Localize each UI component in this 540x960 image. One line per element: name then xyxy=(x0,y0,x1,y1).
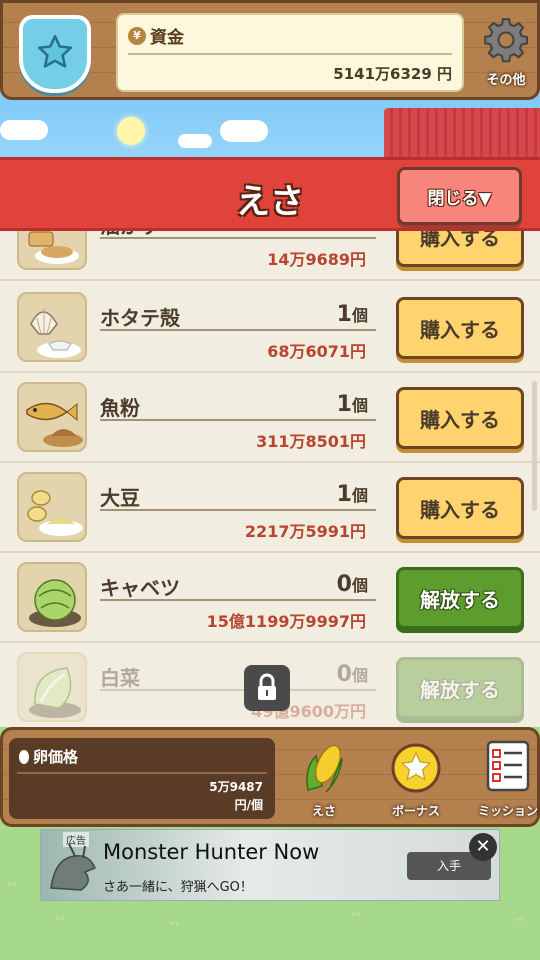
item-price: 15億1199万9997円 xyxy=(206,612,366,631)
list-item: 大豆 1個 2217万5991円 購入する xyxy=(0,463,540,553)
panel-header: えさ 閉じる▼ xyxy=(0,157,540,231)
chinese-cabbage-icon xyxy=(17,652,87,722)
checklist-icon xyxy=(486,740,530,792)
money-bag-icon: ¥ xyxy=(128,26,146,45)
buy-button[interactable]: 購入する xyxy=(396,387,524,449)
divider xyxy=(17,772,267,774)
nav-bonus-button[interactable]: ボーナス xyxy=(381,736,451,822)
scrollbar[interactable] xyxy=(532,381,537,511)
divider xyxy=(100,509,376,511)
item-count: 0個 xyxy=(336,662,368,687)
nav-feed-label: えさ xyxy=(311,804,336,818)
feed-list[interactable]: 油かす 1個 14万9689円 購入する ホタテ殻 1個 68万6071円 購入… xyxy=(0,231,540,727)
scallop-shell-icon xyxy=(17,292,87,362)
divider xyxy=(128,53,452,55)
divider xyxy=(100,599,376,601)
item-count: 1個 xyxy=(336,302,368,327)
grass-decoration: ᵥᵥ xyxy=(56,910,66,923)
buy-button[interactable]: 購入する xyxy=(396,477,524,539)
sun xyxy=(117,117,145,145)
divider xyxy=(100,419,376,421)
soybean-icon xyxy=(17,472,87,542)
oil-cake-icon xyxy=(17,231,87,270)
cloud xyxy=(0,120,48,140)
item-name: キャベツ xyxy=(100,576,180,600)
list-item: ホタテ殻 1個 68万6071円 購入する xyxy=(0,283,540,373)
item-price: 2217万5991円 xyxy=(244,522,366,541)
item-name: 魚粉 xyxy=(100,396,140,420)
ad-title: Monster Hunter Now xyxy=(103,840,320,864)
egg-price-value: 5万9487 xyxy=(209,780,263,794)
cloud xyxy=(178,134,212,148)
egg-icon xyxy=(19,749,29,764)
gear-icon xyxy=(484,18,529,63)
divider xyxy=(100,689,376,691)
buy-button[interactable]: 購入する xyxy=(396,297,524,359)
egg-price-unit: 円/個 xyxy=(234,798,263,812)
lock-icon xyxy=(244,665,290,711)
star-icon xyxy=(37,34,73,68)
cloud xyxy=(220,120,268,142)
unlock-button[interactable]: 解放する xyxy=(396,567,524,629)
star-coin-icon xyxy=(391,743,441,793)
fish-meal-icon xyxy=(17,382,87,452)
egg-price-title: 卵価格 xyxy=(19,746,78,767)
nav-bonus-label: ボーナス xyxy=(391,804,440,818)
item-count: 0個 xyxy=(336,572,368,597)
profile-shield-button[interactable] xyxy=(19,15,91,93)
ad-close-button[interactable]: ✕ xyxy=(469,833,497,861)
grass-decoration: ᵥᵥ xyxy=(8,876,18,889)
grass-decoration: ᵥᵥ xyxy=(352,906,362,919)
bottom-bar: 卵価格 5万9487 円/個 えさ ボーナス ミッション xyxy=(0,727,540,827)
list-item: 油かす 1個 14万9689円 購入する xyxy=(0,231,540,281)
ad-subtitle: さあ一緒に、狩猟へGO！ xyxy=(103,880,253,895)
cabbage-icon xyxy=(17,562,87,632)
money-label: 資金 xyxy=(150,28,184,48)
divider xyxy=(100,237,376,239)
egg-price-panel: 卵価格 5万9487 円/個 xyxy=(9,738,275,819)
unlock-button-disabled: 解放する xyxy=(396,657,524,719)
item-name: ホタテ殻 xyxy=(100,306,180,330)
item-name: 白菜 xyxy=(100,666,140,690)
grass-decoration: ᵥᵥ xyxy=(514,911,524,924)
money-value: 5141万6329 円 xyxy=(333,65,452,83)
egg-price-label: 卵価格 xyxy=(33,748,79,766)
nav-mission-label: ミッション xyxy=(477,804,538,818)
item-count: 1個 xyxy=(336,482,368,507)
grass-decoration: ᵥᵥ xyxy=(170,915,180,928)
ad-banner[interactable]: 広告 Monster Hunter Now さあ一緒に、狩猟へGO！ 入手 xyxy=(40,829,500,901)
item-price: 14万9689円 xyxy=(267,250,366,269)
other-settings-button[interactable]: その他 xyxy=(475,11,537,95)
item-name: 大豆 xyxy=(100,486,140,510)
list-item: キャベツ 0個 15億1199万9997円 解放する xyxy=(0,553,540,643)
buy-button[interactable]: 購入する xyxy=(396,231,524,267)
item-price: 68万6071円 xyxy=(267,342,366,361)
monster-icon xyxy=(50,843,96,891)
divider xyxy=(100,329,376,331)
other-label: その他 xyxy=(486,73,526,88)
top-bar: ¥ 資金 5141万6329 円 その他 xyxy=(0,0,540,100)
nav-feed-button[interactable]: えさ xyxy=(289,736,359,822)
close-button[interactable]: 閉じる▼ xyxy=(397,167,522,225)
list-item: 魚粉 1個 311万8501円 購入する xyxy=(0,373,540,463)
item-count: 1個 xyxy=(336,392,368,417)
corn-icon xyxy=(306,744,343,793)
item-count: 1個 xyxy=(300,231,368,235)
nav-mission-button[interactable]: ミッション xyxy=(473,736,540,822)
item-price: 311万8501円 xyxy=(256,432,366,451)
money-panel: ¥ 資金 5141万6329 円 xyxy=(116,13,464,92)
money-title: ¥ 資金 xyxy=(128,23,184,48)
